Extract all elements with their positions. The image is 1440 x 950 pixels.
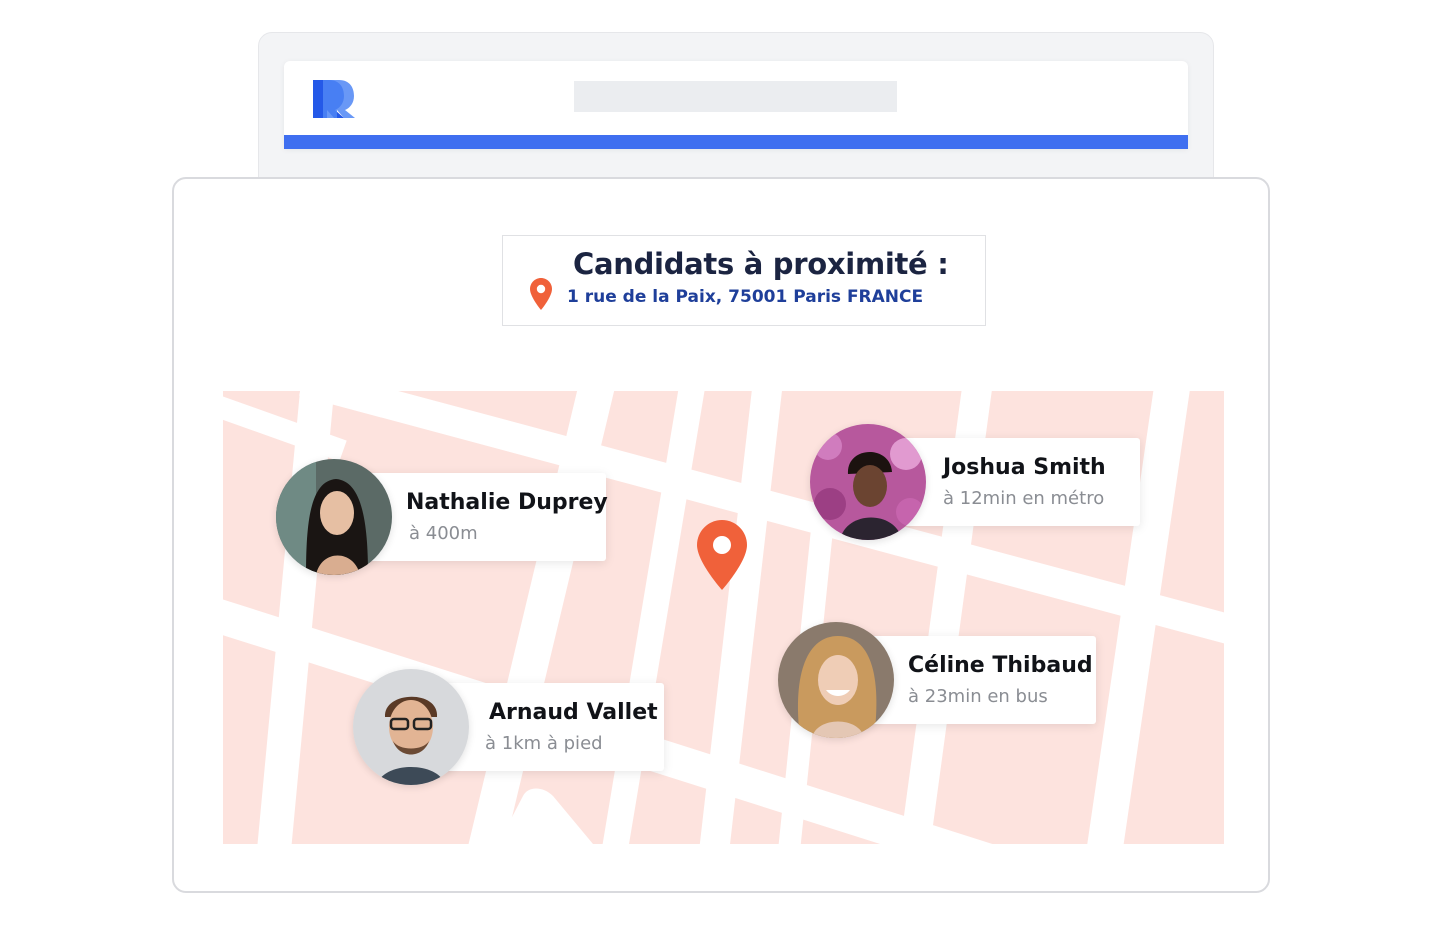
candidate-distance: à 12min en métro — [943, 488, 1105, 509]
candidate-name: Joshua Smith — [943, 455, 1106, 480]
candidate-name: Céline Thibaud — [908, 653, 1093, 678]
avatar — [778, 622, 894, 738]
candidate-name: Arnaud Vallet — [489, 700, 658, 725]
candidate-distance: à 23min en bus — [908, 686, 1048, 707]
candidate-name: Nathalie Duprey — [406, 490, 608, 515]
avatar — [810, 424, 926, 540]
candidate-distance: à 1km à pied — [485, 733, 603, 754]
url-bar[interactable] — [574, 81, 897, 112]
app-logo-icon[interactable] — [313, 80, 357, 118]
location-pin-icon — [530, 278, 552, 310]
candidate-distance: à 400m — [409, 523, 478, 544]
page-title: Candidats à proximité : — [573, 247, 949, 281]
avatar — [353, 669, 469, 785]
progress-bar — [284, 135, 1188, 149]
map-pin-icon[interactable] — [697, 520, 747, 590]
location-header: Candidats à proximité : 1 rue de la Paix… — [502, 235, 986, 326]
address: 1 rue de la Paix, 75001 Paris FRANCE — [567, 287, 924, 307]
avatar — [276, 459, 392, 575]
browser-header — [284, 61, 1188, 149]
